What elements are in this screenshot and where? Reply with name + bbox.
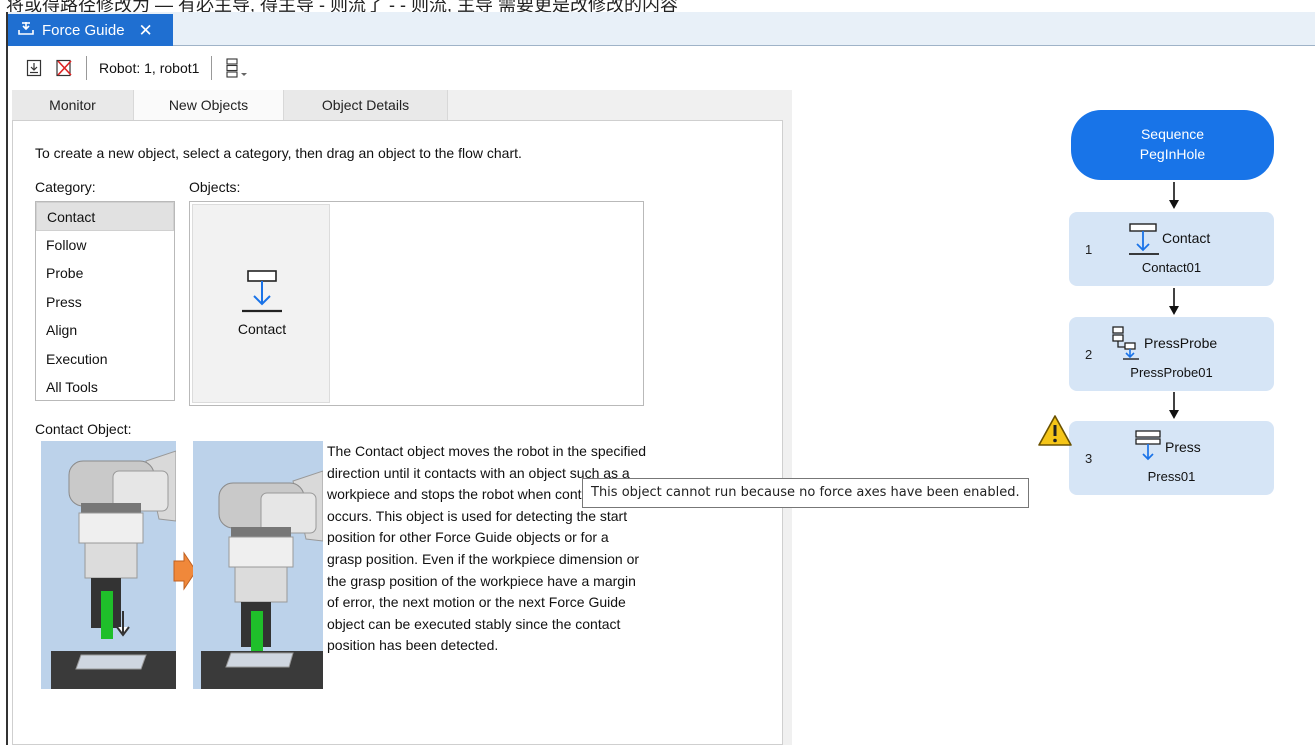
toolbar-divider: [211, 56, 213, 80]
category-item-contact[interactable]: Contact: [36, 202, 174, 231]
export-icon[interactable]: [24, 57, 44, 79]
robot-before-contact-image: [41, 441, 176, 689]
flow-arrow: [1169, 392, 1179, 419]
category-item-all-tools[interactable]: All Tools: [36, 373, 174, 402]
sequence-node[interactable]: Sequence PegInHole: [1071, 110, 1274, 180]
pressprobe-icon: [1111, 325, 1145, 364]
flow-node-name: Contact01: [1141, 260, 1202, 275]
flow-node-type: Contact: [1162, 230, 1211, 246]
clear-icon[interactable]: [54, 57, 74, 79]
flow-node-contact[interactable]: 1 Contact Contact01: [1069, 212, 1274, 286]
flow-node-type: PressProbe: [1144, 335, 1218, 351]
category-item-follow[interactable]: Follow: [36, 231, 174, 260]
warning-tooltip: This object cannot run because no force …: [582, 478, 1029, 508]
flow-node-type: Press: [1165, 439, 1201, 455]
warning-icon[interactable]: [1037, 414, 1073, 451]
flow-node-number: 1: [1085, 242, 1093, 257]
objects-list: Contact: [189, 201, 644, 406]
flow-node-pressprobe[interactable]: 2 PressProbe PressProbe01: [1069, 317, 1274, 391]
header-strip: 将或得路径修改为 — 有必主导, 得主导 - 则流了 - - 则流, 主导 需要…: [0, 0, 1315, 12]
flow-node-number: 2: [1085, 347, 1093, 362]
contact-icon: [240, 269, 284, 320]
contact-icon: [1127, 222, 1161, 261]
category-item-probe[interactable]: Probe: [36, 259, 174, 288]
object-item-contact[interactable]: Contact: [192, 204, 330, 403]
flow-node-name: PressProbe01: [1130, 365, 1213, 380]
object-item-label: Contact: [237, 321, 287, 337]
tab-force-guide[interactable]: Force Guide ✕: [8, 14, 173, 46]
flow-node-number: 3: [1085, 451, 1093, 466]
object-description: The Contact object moves the robot in th…: [327, 443, 647, 654]
category-item-press[interactable]: Press: [36, 288, 174, 317]
document-tab-bar: Force Guide ✕: [8, 12, 1315, 46]
instruction-text: To create a new object, select a categor…: [35, 145, 522, 161]
toolbar-divider: [86, 56, 87, 80]
category-item-align[interactable]: Align: [36, 316, 174, 345]
flow-arrow: [1169, 288, 1179, 315]
sequence-node-label: Sequence: [1140, 126, 1205, 142]
toolbar: Robot: 1, robot1: [8, 47, 1315, 89]
contact-object-label: Contact Object:: [35, 421, 132, 437]
layout-icon[interactable]: [224, 57, 252, 79]
flow-node-name: Press01: [1147, 469, 1196, 484]
category-list: Contact Follow Probe Press Align Executi…: [35, 201, 175, 401]
flow-arrow: [1169, 182, 1179, 209]
new-objects-panel: To create a new object, select a categor…: [12, 120, 783, 745]
tab-monitor[interactable]: Monitor: [12, 90, 134, 120]
close-icon[interactable]: ✕: [139, 22, 153, 39]
category-label: Category:: [35, 179, 96, 195]
tab-object-details[interactable]: Object Details: [284, 90, 448, 120]
objects-label: Objects:: [189, 179, 241, 195]
force-guide-tab-icon: [18, 21, 34, 39]
category-item-execution[interactable]: Execution: [36, 345, 174, 374]
robot-label: Robot: 1, robot1: [99, 60, 200, 76]
press-icon: [1133, 429, 1165, 466]
header-strip-text: 将或得路径修改为 — 有必主导, 得主导 - 则流了 - - 则流, 主导 需要…: [6, 0, 678, 12]
tab-new-objects[interactable]: New Objects: [134, 90, 284, 120]
panel-tabs: Monitor New Objects Object Details: [12, 90, 452, 120]
left-panel: Monitor New Objects Object Details To cr…: [12, 90, 792, 745]
flow-node-press[interactable]: 3 Press Press01: [1069, 421, 1274, 495]
tab-title: Force Guide: [42, 21, 125, 39]
robot-after-contact-image: [193, 441, 323, 689]
sequence-node-name: PegInHole: [1139, 146, 1206, 162]
